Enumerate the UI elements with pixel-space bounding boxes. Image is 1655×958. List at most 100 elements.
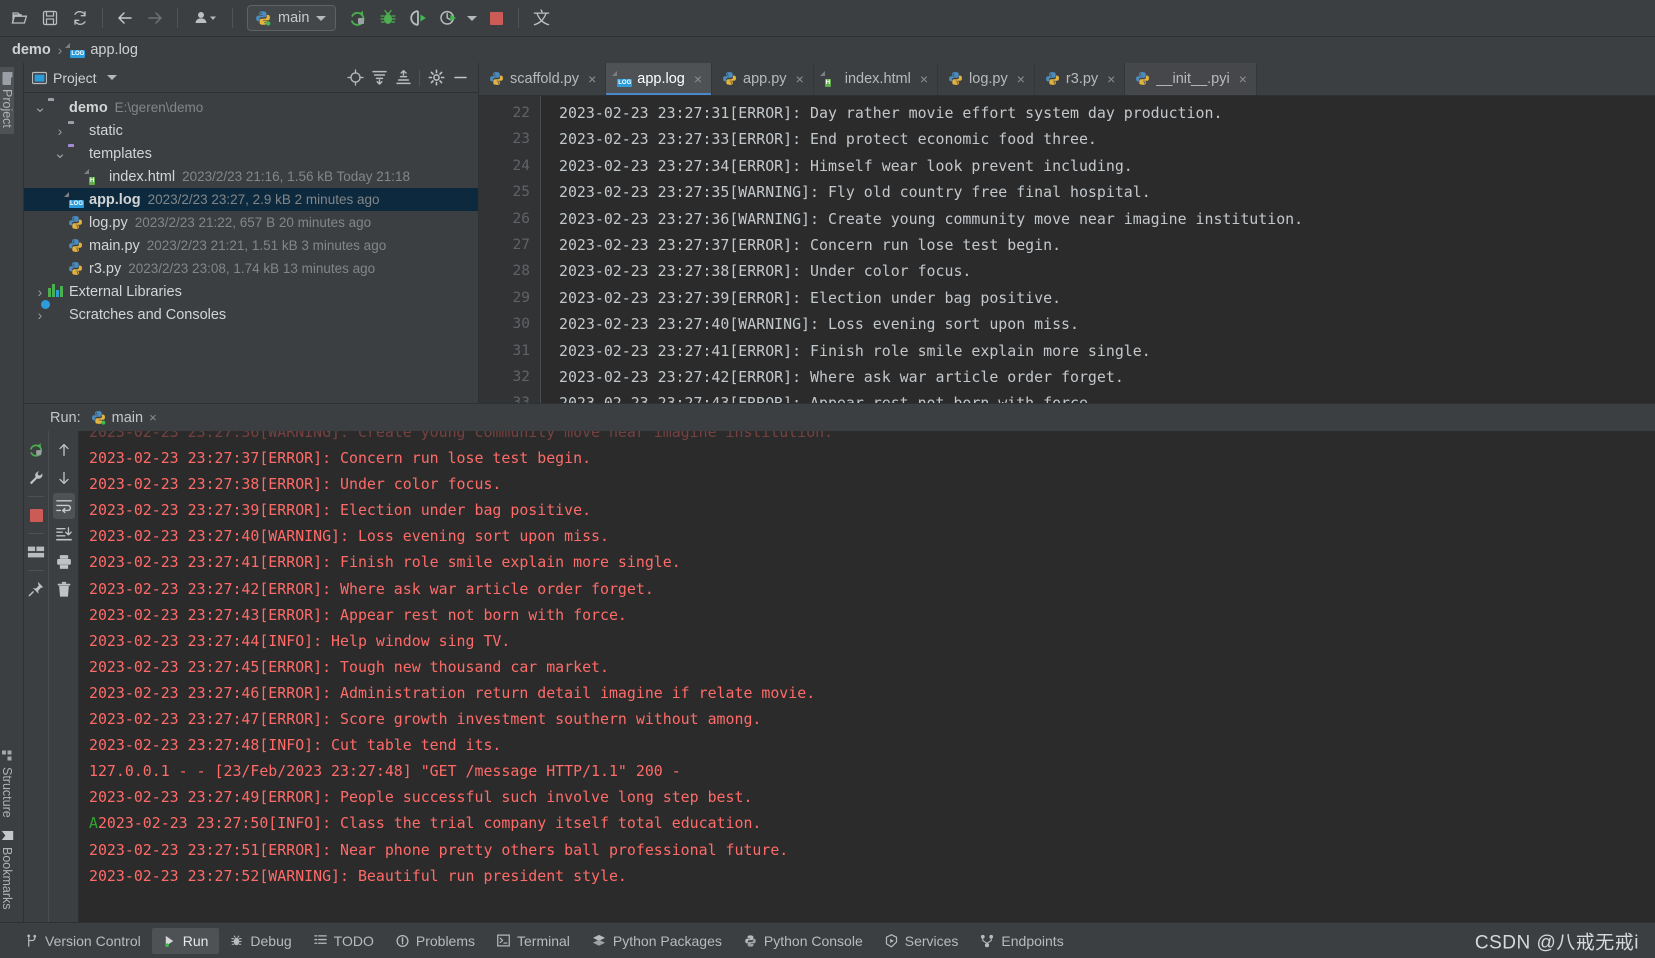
scroll-to-end-icon[interactable] — [53, 521, 75, 547]
editor-tab-scaffold-py[interactable]: scaffold.py × — [479, 63, 607, 95]
status-bar-item-python-packages[interactable]: Python Packages — [581, 928, 733, 954]
user-icon[interactable] — [186, 4, 224, 32]
sidebar-item-project[interactable]: Project — [0, 67, 14, 134]
editor-tab-log-py[interactable]: log.py × — [938, 63, 1035, 95]
scroll-down-icon[interactable] — [53, 465, 75, 491]
stop-icon[interactable] — [482, 4, 510, 32]
open-folder-icon[interactable] — [6, 4, 34, 32]
breadcrumb-project[interactable]: demo — [12, 42, 51, 58]
editor-content[interactable]: 2023-02-23 23:27:31[ERROR]: Day rather m… — [541, 96, 1655, 403]
close-icon[interactable]: × — [1239, 71, 1247, 87]
status-bar-item-python-console[interactable]: Python Console — [733, 928, 874, 954]
chevron-right-icon[interactable]: › — [32, 284, 48, 300]
save-all-icon[interactable] — [36, 4, 64, 32]
tree-item-demo[interactable]: ⌄ demo E:\geren\demo — [24, 96, 478, 119]
profile-dropdown-icon[interactable] — [464, 4, 480, 32]
code-line: 2023-02-23 23:27:42[ERROR]: Where ask wa… — [559, 368, 1124, 387]
line-number: 24 — [512, 157, 530, 174]
run-coverage-icon[interactable] — [404, 4, 432, 32]
tree-item-templates[interactable]: ⌄ templates — [24, 142, 478, 165]
status-bar-item-endpoints[interactable]: Endpoints — [969, 928, 1074, 954]
back-arrow-icon[interactable] — [111, 4, 139, 32]
chevron-right-icon[interactable]: › — [32, 307, 48, 323]
line-number: 32 — [512, 369, 530, 386]
chevron-down-icon[interactable] — [316, 15, 327, 21]
endpoints-icon — [980, 934, 994, 948]
code-line: 2023-02-23 23:27:37[ERROR]: Concern run … — [559, 236, 1062, 255]
tree-item-static[interactable]: › static — [24, 119, 478, 142]
collapse-all-icon[interactable] — [391, 66, 415, 90]
line-number: 31 — [512, 342, 530, 359]
tree-item-log-py[interactable]: log.py 2023/2/23 21:22, 657 B 20 minutes … — [24, 211, 478, 234]
sidebar-item-structure[interactable]: Structure — [0, 745, 14, 824]
close-icon[interactable]: × — [1107, 71, 1115, 87]
close-icon[interactable]: × — [920, 71, 928, 87]
close-icon[interactable]: × — [588, 71, 596, 87]
code-line: 2023-02-23 23:27:43[ERROR]: Appear rest … — [559, 390, 1655, 403]
status-bar-item-terminal[interactable]: Terminal — [486, 928, 581, 954]
tree-item-main-py[interactable]: main.py 2023/2/23 21:21, 1.51 kB 3 minute… — [24, 234, 478, 257]
close-icon[interactable]: × — [694, 71, 702, 87]
run-console-output[interactable]: 2023-02-23 23:27:36[WARNING]: Create you… — [78, 431, 1655, 935]
status-bar-item-label: Version Control — [45, 932, 141, 949]
run-configuration-selector[interactable]: main — [247, 5, 337, 31]
tree-item-label: log.py — [89, 214, 128, 231]
sync-icon[interactable] — [66, 4, 94, 32]
close-icon[interactable]: × — [1017, 71, 1025, 87]
console-line: 2023-02-23 23:27:41[ERROR]: Finish role … — [89, 549, 1655, 575]
status-bar-item-todo[interactable]: TODO — [303, 928, 385, 954]
chevron-down-icon[interactable]: ⌄ — [52, 146, 68, 161]
editor-viewport[interactable]: 22 23 24 25 26 27 28 29 30 31 32 33 2023-02-23 23:2… — [479, 96, 1655, 403]
code-line: 2023-02-23 23:27:36[WARNING]: Create you… — [559, 209, 1304, 228]
trash-icon[interactable] — [53, 577, 75, 603]
html-file-icon: H — [824, 79, 832, 87]
rerun-icon[interactable] — [25, 437, 47, 463]
status-bar-item-debug[interactable]: Debug — [219, 928, 302, 954]
console-line-text: 127.0.0.1 - - [23/Feb/2023 23:27:48] "GE… — [89, 762, 681, 781]
soft-wrap-icon[interactable] — [52, 493, 75, 519]
tree-item-meta: 2023/2/23 23:27, 2.9 kB 2 minutes ago — [147, 192, 380, 207]
editor-tab-app-log[interactable]: LOG app.log × — [606, 63, 713, 95]
scroll-up-icon[interactable] — [53, 437, 75, 463]
forward-arrow-icon[interactable] — [141, 4, 169, 32]
print-icon[interactable] — [53, 549, 75, 575]
line-number: 22 — [512, 105, 530, 121]
status-bar-item-services[interactable]: Services — [874, 928, 970, 954]
settings-gear-icon[interactable] — [424, 66, 448, 90]
chevron-right-icon[interactable]: › — [52, 123, 68, 139]
log-file-icon: LOG — [617, 79, 633, 87]
editor-tab-index-html[interactable]: Hindex.html × — [814, 63, 939, 95]
editor-tab-r3-py[interactable]: r3.py × — [1035, 63, 1126, 95]
code-line: 2023-02-23 23:27:31[ERROR]: Day rather m… — [559, 104, 1223, 122]
breadcrumb-file[interactable]: app.log — [90, 42, 138, 58]
tree-item-external-libraries[interactable]: › External Libraries — [24, 280, 478, 303]
editor-tab-init-pyi[interactable]: __init__.pyi × — [1125, 63, 1257, 95]
status-bar-item-problems[interactable]: Problems — [385, 928, 486, 954]
hide-icon[interactable] — [448, 66, 472, 90]
rerun-icon[interactable] — [344, 4, 372, 32]
stop-icon[interactable] — [25, 502, 47, 528]
locate-icon[interactable] — [343, 66, 367, 90]
tree-item-index-html[interactable]: Hindex.html 2023/2/23 21:16, 1.56 kB Toda… — [24, 165, 478, 188]
editor-tab-app-py[interactable]: app.py × — [712, 63, 814, 95]
tree-item-scratches-and-consoles[interactable]: › Scratches and Consoles — [24, 303, 478, 326]
status-bar-item-run[interactable]: Run — [151, 927, 220, 954]
tree-item-r3-py[interactable]: r3.py 2023/2/23 23:08, 1.74 kB 13 minutes… — [24, 257, 478, 280]
translate-icon[interactable]: 文 — [527, 4, 555, 32]
wrench-icon[interactable] — [25, 465, 47, 491]
debug-bug-icon[interactable] — [374, 4, 402, 32]
status-bar-item-version-control[interactable]: Version Control — [14, 928, 152, 954]
tree-item-app-log[interactable]: LOG app.log 2023/2/23 23:27, 2.9 kB 2 minu… — [24, 188, 478, 211]
chevron-down-icon[interactable]: ⌄ — [32, 100, 48, 115]
project-scope-chevron-down-icon[interactable] — [106, 75, 117, 80]
close-icon[interactable]: × — [149, 410, 157, 425]
profile-icon[interactable] — [434, 4, 462, 32]
line-number: 30 — [512, 316, 530, 333]
run-tab-main[interactable]: main × — [91, 410, 157, 426]
sidebar-item-bookmarks[interactable]: Bookmarks — [0, 823, 14, 916]
layout-icon[interactable] — [25, 539, 47, 565]
pin-icon[interactable] — [25, 576, 47, 602]
close-icon[interactable]: × — [796, 71, 804, 87]
expand-all-icon[interactable] — [367, 66, 391, 90]
console-line: 2023-02-23 23:27:44[INFO]: Help window s… — [89, 628, 1655, 654]
